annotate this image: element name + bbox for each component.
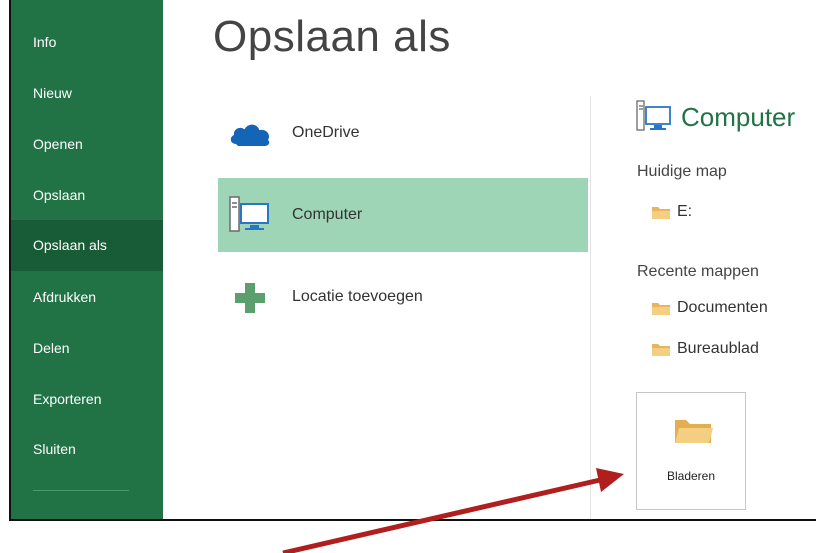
plus-icon (235, 283, 265, 313)
location-label: Computer (292, 206, 363, 223)
onedrive-cloud-icon (230, 123, 270, 146)
sidebar-item-label: Info (33, 34, 57, 50)
folder-icon (652, 303, 670, 315)
right-panel-title-label: Computer (681, 102, 796, 132)
location-add-place[interactable]: Locatie toevoegen (218, 260, 588, 334)
sidebar-item-label: Exporteren (33, 391, 102, 407)
folder-label: Documenten (677, 299, 768, 316)
backstage-window: Info Nieuw Openen Opslaan Opslaan als Af… (9, 0, 816, 521)
sidebar-item-nieuw[interactable]: Nieuw (11, 69, 163, 117)
panel-divider (590, 96, 591, 519)
sidebar-item-exporteren[interactable]: Exporteren (11, 375, 163, 423)
folder-label: E: (677, 203, 693, 220)
computer-icon (636, 100, 671, 131)
folder-icon (675, 420, 713, 443)
location-label: Locatie toevoegen (292, 288, 423, 305)
folder-icon (652, 207, 670, 219)
folder-icon (652, 344, 670, 356)
computer-icon (229, 196, 269, 232)
folder-label: Bureaublad (677, 340, 759, 357)
sidebar-item-delen[interactable]: Delen (11, 324, 163, 372)
sidebar-item-info[interactable]: Info (11, 18, 163, 66)
location-computer[interactable]: Computer (218, 178, 588, 252)
page-title: Opslaan als (213, 12, 451, 61)
sidebar-item-label: Nieuw (33, 85, 72, 101)
sidebar-item-opslaan[interactable]: Opslaan (11, 171, 163, 219)
location-onedrive[interactable]: OneDrive (218, 96, 588, 170)
sidebar-divider (33, 490, 129, 491)
sidebar-item-sluiten[interactable]: Sluiten (11, 425, 163, 473)
sidebar-item-afdrukken[interactable]: Afdrukken (11, 273, 163, 321)
sidebar-item-label: Openen (33, 136, 83, 152)
sidebar-item-label: Opslaan als (33, 237, 107, 253)
sidebar-item-label: Sluiten (33, 441, 76, 457)
sidebar-item-label: Delen (33, 340, 70, 356)
browse-button-label: Bladeren (666, 469, 716, 483)
sidebar-item-label: Opslaan (33, 187, 86, 203)
recent-folders-heading: Recente mappen (637, 263, 759, 280)
sidebar-item-opslaan-als[interactable]: Opslaan als (11, 220, 163, 271)
backstage-sidebar: Info Nieuw Openen Opslaan Opslaan als Af… (11, 0, 163, 519)
sidebar-item-label: Afdrukken (33, 289, 97, 305)
location-label: OneDrive (292, 124, 360, 141)
browse-button[interactable]: Bladeren (636, 392, 746, 510)
sidebar-item-openen[interactable]: Openen (11, 120, 163, 168)
current-folder-heading: Huidige map (637, 163, 727, 180)
